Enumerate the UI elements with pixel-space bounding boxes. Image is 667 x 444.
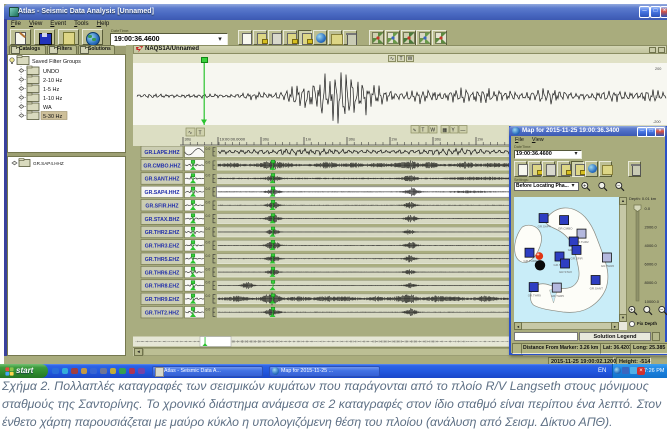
svg-text:2m: 2m	[392, 137, 398, 142]
svg-text:0.0: 0.0	[206, 227, 211, 231]
svg-text:6000.0: 6000.0	[645, 262, 658, 267]
svg-text:2-10 Hz: 2-10 Hz	[43, 78, 63, 84]
svg-text:T: T	[199, 131, 202, 137]
svg-text:0.0: 0.0	[206, 214, 211, 218]
svg-text:GR.SFIR.HHZ: GR.SFIR.HHZ	[145, 203, 179, 209]
svg-text:GR.THR8.EHZ: GR.THR8.EHZ	[145, 284, 180, 290]
svg-text:1-5 Hz: 1-5 Hz	[43, 87, 59, 93]
svg-text:GR.THR6.EHZ: GR.THR6.EHZ	[145, 270, 180, 276]
svg-text:200: 200	[655, 67, 661, 71]
svg-text:2000.0: 2000.0	[645, 224, 658, 229]
svg-text:GR.SFIR: GR.SFIR	[571, 256, 584, 260]
svg-text:0.0: 0.0	[206, 160, 211, 164]
svg-text:GR.THR8: GR.THR8	[524, 259, 537, 263]
svg-text:0.0: 0.0	[655, 95, 660, 99]
svg-text:T: T	[421, 128, 424, 134]
svg-text:30s: 30s	[263, 137, 269, 142]
svg-text:4000.0: 4000.0	[645, 243, 658, 248]
svg-text:0.0: 0.0	[206, 174, 211, 178]
svg-text:2m: 2m	[478, 137, 484, 142]
svg-text:Saved Filter Groups: Saved Filter Groups	[32, 59, 81, 65]
svg-text:GR.STAX.BHZ: GR.STAX.BHZ	[145, 217, 181, 223]
svg-text:0.0: 0.0	[645, 206, 651, 211]
svg-text:GR.THR5.EHZ: GR.THR5.EHZ	[145, 257, 180, 263]
svg-text:GR.CMBO.HHZ: GR.CMBO.HHZ	[143, 163, 181, 169]
svg-text:GR.THR2.EHZ: GR.THR2.EHZ	[145, 230, 180, 236]
svg-text:−: −	[617, 184, 620, 190]
svg-text:GR.SANT.HHZ: GR.SANT.HHZ	[145, 177, 181, 183]
svg-text:30s: 30s	[185, 137, 191, 142]
svg-text:-200: -200	[653, 120, 661, 124]
svg-text:GR.SAP4: GR.SAP4	[538, 225, 551, 229]
svg-text:GR.THR9.EHZ: GR.THR9.EHZ	[145, 297, 180, 303]
svg-text:GR.THR6: GR.THR6	[601, 264, 614, 268]
svg-text:GR.SANT: GR.SANT	[590, 287, 604, 291]
svg-text:UNDO: UNDO	[43, 69, 60, 75]
svg-text:GR.THR3.EHZ: GR.THR3.EHZ	[145, 244, 180, 250]
svg-text:0.0: 0.0	[206, 200, 211, 204]
svg-text:+: +	[630, 308, 633, 314]
svg-text:+: +	[583, 184, 586, 190]
svg-text:0.0: 0.0	[206, 254, 211, 258]
svg-text:▦: ▦	[442, 128, 447, 134]
svg-text:0.0: 0.0	[206, 147, 211, 151]
svg-text:0.0: 0.0	[206, 187, 211, 191]
svg-text:GR.THR5: GR.THR5	[551, 294, 564, 298]
svg-text:30s: 30s	[349, 137, 355, 142]
svg-text:1m: 1m	[306, 137, 312, 142]
svg-text:0.0: 0.0	[206, 241, 211, 245]
svg-text:GR.THT2.HHZ: GR.THT2.HHZ	[145, 310, 180, 316]
svg-text:WA: WA	[43, 105, 52, 111]
svg-text:0.0: 0.0	[206, 307, 211, 311]
svg-text:1-10 Hz: 1-10 Hz	[43, 96, 63, 102]
svg-text:5-30 Hz: 5-30 Hz	[43, 114, 63, 120]
svg-text:∿: ∿	[188, 130, 192, 136]
svg-text:GR.SAP4.HHZ: GR.SAP4.HHZ	[33, 161, 64, 166]
svg-text:19:00:00.0000: 19:00:00.0000	[220, 137, 246, 142]
svg-text:0.0: 0.0	[206, 294, 211, 298]
svg-text:8000.0: 8000.0	[645, 280, 658, 285]
svg-text:0.0: 0.0	[206, 267, 211, 271]
svg-text:GR.LAPE.HHZ: GR.LAPE.HHZ	[144, 150, 180, 156]
svg-text:10000.0: 10000.0	[645, 299, 660, 304]
svg-text:30s: 30s	[435, 137, 441, 142]
svg-text:GR.THR9: GR.THR9	[528, 294, 541, 298]
svg-text:—: —	[460, 128, 465, 134]
svg-text:W: W	[430, 128, 435, 134]
svg-text:−: −	[660, 308, 663, 314]
svg-text:GR.CMBO: GR.CMBO	[558, 227, 573, 231]
svg-text:∿: ∿	[412, 128, 416, 134]
svg-text:0.0: 0.0	[206, 281, 211, 285]
svg-text:GR.SAP4.HHZ: GR.SAP4.HHZ	[145, 190, 181, 196]
svg-text:GR.STAX: GR.STAX	[559, 270, 572, 274]
